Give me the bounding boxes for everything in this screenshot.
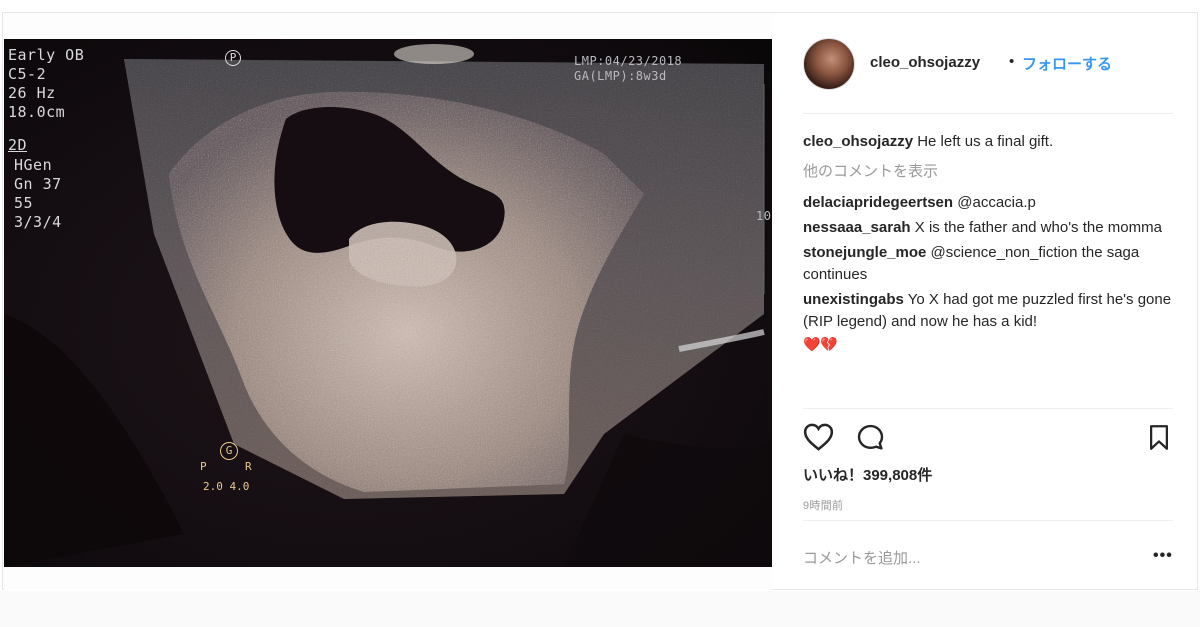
orientation-right: R bbox=[245, 460, 252, 473]
scan-preset-info: Early OB C5-2 26 Hz 18.0cm bbox=[8, 46, 85, 121]
bookmark-icon[interactable] bbox=[1147, 424, 1171, 456]
author-username[interactable]: cleo_ohsojazzy bbox=[870, 54, 980, 71]
orientation-scale: 2.0 4.0 bbox=[203, 480, 250, 493]
comment-text[interactable]: @accacia.p bbox=[957, 194, 1036, 211]
post-image[interactable]: Early OB C5-2 26 Hz 18.0cm 2D HGen Gn 37… bbox=[4, 14, 772, 590]
list-item: nessaaa_sarah X is the father and who's … bbox=[803, 217, 1175, 239]
more-options-icon[interactable]: ••• bbox=[1153, 547, 1173, 565]
comment-username[interactable]: nessaaa_sarah bbox=[803, 219, 911, 236]
ultrasound-scan bbox=[4, 39, 772, 567]
list-item: delaciapridegeertsen @accacia.p bbox=[803, 192, 1175, 214]
header-divider bbox=[803, 113, 1173, 114]
add-comment-input[interactable]: コメントを追加... bbox=[803, 547, 921, 568]
orientation-center: G bbox=[220, 442, 238, 460]
comment-username[interactable]: delaciapridegeertsen bbox=[803, 194, 953, 211]
scan-dates: LMP:04/23/2018 GA(LMP):8w3d bbox=[574, 54, 683, 83]
caption-text: He left us a final gift. bbox=[917, 133, 1054, 150]
page-footer-strip bbox=[0, 591, 1200, 627]
post-sidebar: cleo_ohsojazzy • フォローする cleo_ohsojazzy H… bbox=[773, 13, 1197, 589]
caption-username[interactable]: cleo_ohsojazzy bbox=[803, 133, 913, 150]
list-item: unexistingabs Yo X had got me puzzled fi… bbox=[803, 289, 1175, 356]
heart-icon[interactable] bbox=[803, 423, 834, 456]
comment-username[interactable]: unexistingabs bbox=[803, 291, 904, 308]
scan-mode-label: 2D bbox=[8, 136, 28, 154]
probe-marker: P bbox=[225, 50, 241, 66]
heart-emoji: ❤️💔 bbox=[803, 336, 838, 352]
separator-dot: • bbox=[1009, 53, 1015, 70]
post-timestamp[interactable]: 9時間前 bbox=[803, 497, 843, 513]
comment-icon[interactable] bbox=[856, 423, 885, 457]
comment-text: X is the father and who's the momma bbox=[914, 219, 1162, 236]
caption: cleo_ohsojazzy He left us a final gift. bbox=[803, 131, 1175, 153]
scan-settings: HGen Gn 37 55 3/3/4 bbox=[14, 156, 62, 231]
follow-button[interactable]: フォローする bbox=[1022, 53, 1112, 74]
footer-divider bbox=[803, 520, 1173, 521]
comment-username[interactable]: stonejungle_moe bbox=[803, 244, 926, 261]
depth-mark: 10 bbox=[756, 209, 772, 223]
post-header: cleo_ohsojazzy • フォローする bbox=[773, 13, 1197, 113]
comments-divider bbox=[803, 408, 1173, 409]
list-item: stonejungle_moe @science_non_fiction the… bbox=[803, 242, 1175, 286]
orientation-left: P bbox=[200, 460, 207, 473]
likes-count[interactable]: いいね！399,808件 bbox=[803, 464, 932, 485]
comments-list: cleo_ohsojazzy He left us a final gift. … bbox=[803, 131, 1175, 356]
view-more-comments-link[interactable]: 他のコメントを表示 bbox=[803, 161, 1175, 183]
author-avatar[interactable] bbox=[803, 38, 855, 90]
action-bar bbox=[803, 423, 1173, 453]
